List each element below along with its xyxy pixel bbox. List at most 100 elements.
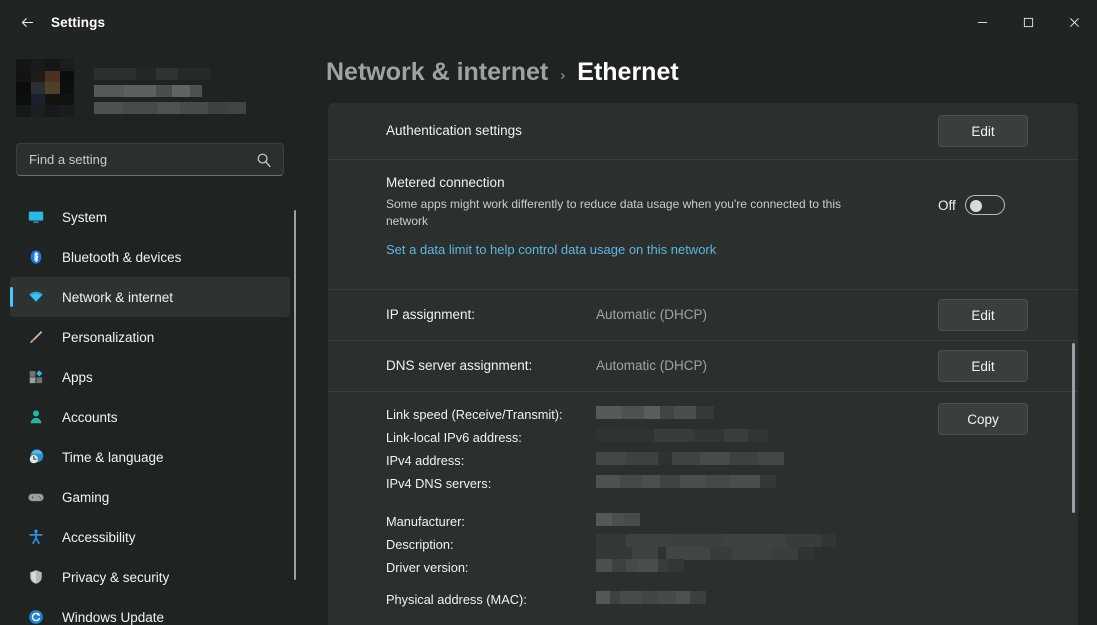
metered-connection-row: Metered connection Some apps might work … xyxy=(328,160,1078,290)
main-content: Network & internet › Ethernet Authentica… xyxy=(310,45,1097,625)
data-limit-link[interactable]: Set a data limit to help control data us… xyxy=(386,242,716,257)
back-arrow-icon xyxy=(19,14,36,31)
settings-card: Authentication settings Edit Metered con… xyxy=(328,103,1078,625)
account-header[interactable] xyxy=(16,57,286,119)
account-name-redacted xyxy=(94,68,246,80)
metered-connection-toggle[interactable] xyxy=(965,195,1005,215)
sidebar-item-bluetooth-devices[interactable]: Bluetooth & devices xyxy=(10,237,290,277)
description-value-redacted xyxy=(596,534,846,558)
maximize-icon xyxy=(1023,17,1034,28)
wifi-icon xyxy=(26,287,46,307)
window-controls xyxy=(959,0,1097,45)
sidebar-item-accessibility[interactable]: Accessibility xyxy=(10,517,290,557)
device-property-label: Physical address (MAC): xyxy=(386,592,527,607)
copy-button[interactable]: Copy xyxy=(938,403,1028,435)
main-scrollbar[interactable] xyxy=(1072,343,1075,513)
sidebar-item-label: Apps xyxy=(62,370,93,385)
device-property-label: Description: xyxy=(386,537,454,552)
authentication-edit-button[interactable]: Edit xyxy=(938,115,1028,147)
apps-icon xyxy=(26,367,46,387)
gamepad-icon xyxy=(26,487,46,507)
metered-connection-label: Metered connection xyxy=(386,175,505,190)
manufacturer-value-redacted xyxy=(596,513,640,526)
mac-address-value-redacted xyxy=(596,591,706,604)
ip-assignment-value: Automatic (DHCP) xyxy=(596,307,707,322)
search-input[interactable]: Find a setting xyxy=(16,143,284,176)
sidebar-item-windows-update[interactable]: Windows Update xyxy=(10,597,290,625)
chevron-right-icon: › xyxy=(560,67,565,84)
sidebar-item-label: Privacy & security xyxy=(62,570,169,585)
ipv4-dns-value-redacted xyxy=(596,475,776,488)
sidebar-item-label: Bluetooth & devices xyxy=(62,250,181,265)
search-placeholder: Find a setting xyxy=(29,152,107,167)
dns-server-assignment-value: Automatic (DHCP) xyxy=(596,358,707,373)
sidebar-item-accounts[interactable]: Accounts xyxy=(10,397,290,437)
authentication-settings-label: Authentication settings xyxy=(386,123,522,138)
network-properties-row: Copy Link speed (Receive/Transmit): Link… xyxy=(328,392,1078,625)
app-title: Settings xyxy=(51,15,105,30)
dns-server-assignment-edit-button[interactable]: Edit xyxy=(938,350,1028,382)
property-label: Link-local IPv6 address: xyxy=(386,430,522,445)
metered-toggle-state: Off xyxy=(938,198,956,213)
minimize-icon xyxy=(977,17,988,28)
metered-connection-description: Some apps might work differently to redu… xyxy=(386,196,866,230)
property-label: Link speed (Receive/Transmit): xyxy=(386,407,563,422)
dns-server-assignment-label: DNS server assignment: xyxy=(386,358,532,373)
avatar xyxy=(16,59,74,117)
sidebar-item-label: System xyxy=(62,210,107,225)
sidebar-item-apps[interactable]: Apps xyxy=(10,357,290,397)
sidebar-item-time-language[interactable]: Time & language xyxy=(10,437,290,477)
search-icon xyxy=(256,152,272,168)
paintbrush-icon xyxy=(26,327,46,347)
breadcrumb: Network & internet › Ethernet xyxy=(326,58,679,87)
account-email-redacted-2 xyxy=(94,102,246,114)
sidebar-nav: System Bluetooth & devices Network & int… xyxy=(10,197,290,625)
sidebar-item-system[interactable]: System xyxy=(10,197,290,237)
monitor-icon xyxy=(26,207,46,227)
sidebar-item-gaming[interactable]: Gaming xyxy=(10,477,290,517)
property-label: IPv4 DNS servers: xyxy=(386,476,491,491)
close-icon xyxy=(1069,17,1080,28)
sidebar-item-label: Personalization xyxy=(62,330,154,345)
sidebar-item-label: Windows Update xyxy=(62,610,164,625)
sidebar-item-label: Gaming xyxy=(62,490,109,505)
sidebar-scrollbar[interactable] xyxy=(294,210,296,580)
back-button[interactable] xyxy=(10,8,44,38)
device-property-label: Manufacturer: xyxy=(386,514,465,529)
sidebar-item-label: Accounts xyxy=(62,410,118,425)
accessibility-icon xyxy=(26,527,46,547)
sidebar-item-personalization[interactable]: Personalization xyxy=(10,317,290,357)
sidebar-item-label: Time & language xyxy=(62,450,164,465)
title-bar: Settings xyxy=(0,0,1097,45)
ipv4-value-redacted xyxy=(596,452,802,465)
toggle-knob xyxy=(970,200,982,212)
maximize-button[interactable] xyxy=(1005,0,1051,45)
settings-window: Settings xyxy=(0,0,1097,625)
sidebar-item-privacy-security[interactable]: Privacy & security xyxy=(10,557,290,597)
device-property-label: Driver version: xyxy=(386,560,469,575)
link-speed-value-redacted xyxy=(596,406,714,419)
sidebar: Find a setting System Bluetooth & device… xyxy=(0,45,310,625)
shield-icon xyxy=(26,567,46,587)
ip-assignment-edit-button[interactable]: Edit xyxy=(938,299,1028,331)
authentication-settings-row: Authentication settings Edit xyxy=(328,103,1078,160)
person-icon xyxy=(26,407,46,427)
sidebar-item-network-internet[interactable]: Network & internet xyxy=(10,277,290,317)
ip-assignment-row: IP assignment: Automatic (DHCP) Edit xyxy=(328,290,1078,341)
sidebar-item-label: Network & internet xyxy=(62,290,173,305)
dns-server-assignment-row: DNS server assignment: Automatic (DHCP) … xyxy=(328,341,1078,392)
account-email-redacted-1 xyxy=(94,85,246,97)
property-label: IPv4 address: xyxy=(386,453,464,468)
breadcrumb-parent[interactable]: Network & internet xyxy=(326,58,548,87)
minimize-button[interactable] xyxy=(959,0,1005,45)
sidebar-item-label: Accessibility xyxy=(62,530,136,545)
account-name-email xyxy=(94,62,246,114)
ipv6-value-redacted xyxy=(596,429,768,442)
update-icon xyxy=(26,607,46,625)
page-title: Ethernet xyxy=(577,58,678,87)
close-button[interactable] xyxy=(1051,0,1097,45)
metered-toggle-wrap: Off xyxy=(938,195,1005,215)
bluetooth-icon xyxy=(26,247,46,267)
clock-globe-icon xyxy=(26,447,46,467)
ip-assignment-label: IP assignment: xyxy=(386,307,475,322)
